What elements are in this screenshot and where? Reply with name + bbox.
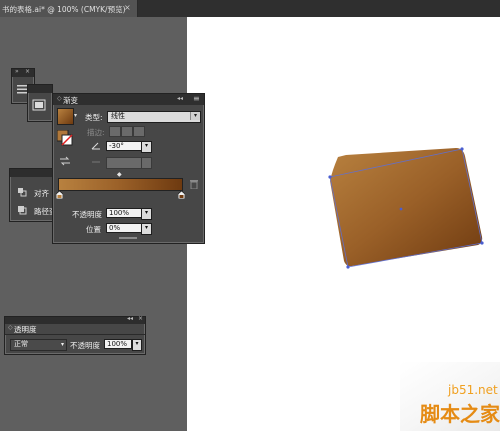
angle-field[interactable]: -30° xyxy=(106,141,142,151)
location-dropdown-icon[interactable]: ▾ xyxy=(141,223,152,235)
pathfinder-icon[interactable] xyxy=(17,205,27,217)
reverse-gradient-icon[interactable] xyxy=(59,156,71,168)
stroke-across-button[interactable] xyxy=(133,126,145,137)
opacity-field[interactable]: 100% xyxy=(106,208,142,218)
close-icon[interactable]: × xyxy=(124,3,131,12)
gradient-panel-header[interactable]: ◇ 渐变 ◂◂ ≡ xyxy=(53,94,204,105)
collapse-icon[interactable]: ◂◂ xyxy=(177,95,183,102)
panel-dock-header[interactable]: ◂◂ × xyxy=(5,315,145,324)
type-dropdown[interactable]: 线性 ▾ xyxy=(107,111,201,123)
aspect-ratio-icon xyxy=(91,158,101,168)
gradient-panel-title[interactable]: 渐变 xyxy=(63,95,78,106)
close-icon[interactable]: × xyxy=(25,68,30,75)
panel-grip-icon[interactable]: ◇ xyxy=(57,95,62,102)
watermark-site: jb51.net xyxy=(448,383,498,397)
document-tab[interactable]: 书的表格.ai* @ 100% (CMYK/预览) × xyxy=(0,0,138,17)
color-stop-left[interactable] xyxy=(55,190,64,201)
gradient-rectangle xyxy=(330,148,483,267)
blend-mode-dropdown[interactable]: 正常 ▾ xyxy=(10,339,67,351)
location-value: 0% xyxy=(109,224,121,232)
transparency-opacity-value: 100% xyxy=(107,340,128,348)
transparency-opacity-label: 不透明度 xyxy=(70,341,100,350)
gradient-panel: ◇ 渐变 ◂◂ ≡ ▾ 类型: 线性 ▾ 描边: -30° ▾ ◆ 不透明度 1… xyxy=(52,93,205,244)
blend-mode-value: 正常 xyxy=(14,340,28,348)
expand-icon[interactable]: » xyxy=(15,68,19,75)
tab-bar-empty-area xyxy=(137,0,500,17)
align-icon[interactable] xyxy=(17,187,27,199)
divider xyxy=(5,334,145,335)
aspect-ratio-field[interactable] xyxy=(106,157,144,169)
gradient-panel-dock xyxy=(27,84,53,122)
align-label[interactable]: 对齐 xyxy=(34,188,49,199)
dock-header[interactable]: » × xyxy=(12,68,34,77)
anchor-point xyxy=(480,241,484,245)
transparency-tab[interactable]: ◇ 透明度 xyxy=(5,324,45,334)
anchor-point xyxy=(460,147,464,151)
collapse-icon[interactable]: ◂◂ xyxy=(127,315,133,322)
angle-icon xyxy=(91,142,101,152)
midpoint-diamond-icon[interactable]: ◆ xyxy=(117,171,122,178)
angle-dropdown-icon[interactable]: ▾ xyxy=(141,141,152,153)
transparency-opacity-dropdown-icon[interactable]: ▾ xyxy=(132,339,142,351)
fill-stroke-icon[interactable] xyxy=(56,129,73,146)
document-tab-title: 书的表格.ai* @ 100% (CMYK/预览) xyxy=(2,5,126,14)
type-value: 线性 xyxy=(111,112,125,120)
gradient-panel-icon[interactable] xyxy=(32,99,46,111)
angle-value: -30° xyxy=(109,142,124,150)
dock-header[interactable] xyxy=(28,85,52,93)
chevron-down-icon[interactable]: ▾ xyxy=(61,340,64,349)
center-point xyxy=(399,207,403,211)
gradient-slider[interactable] xyxy=(58,178,183,191)
resize-grip[interactable] xyxy=(119,237,137,239)
delete-stop-icon[interactable] xyxy=(190,180,198,191)
opacity-value: 100% xyxy=(109,209,130,217)
chevron-down-icon[interactable]: ▾ xyxy=(190,112,200,120)
panel-grip-icon: ◇ xyxy=(8,324,13,331)
stroke-label: 描边: xyxy=(87,128,105,137)
transparency-opacity-field[interactable]: 100% xyxy=(104,339,132,349)
stroke-within-button[interactable] xyxy=(109,126,121,137)
gradient-swatch[interactable] xyxy=(57,108,74,125)
anchor-point xyxy=(346,265,350,269)
location-label: 位置 xyxy=(86,225,101,234)
stroke-along-button[interactable] xyxy=(121,126,133,137)
opacity-dropdown-icon[interactable]: ▾ xyxy=(141,208,152,220)
opacity-label: 不透明度 xyxy=(72,210,102,219)
transparency-panel: ◂◂ × ◇ 透明度 正常 ▾ 不透明度 100% ▾ xyxy=(4,315,146,355)
aspect-ratio-dropdown-icon[interactable] xyxy=(141,157,152,169)
gradient-rectangle-artwork[interactable] xyxy=(326,147,486,273)
location-field[interactable]: 0% xyxy=(106,223,142,233)
type-label: 类型: xyxy=(85,113,103,122)
align-pathfinder-panel: 对齐 路径查 xyxy=(9,168,57,222)
swatch-dropdown-icon[interactable]: ▾ xyxy=(74,112,77,119)
close-icon[interactable]: × xyxy=(138,315,143,322)
watermark-name: 脚本之家 xyxy=(420,402,500,426)
panel-menu-icon[interactable]: ≡ xyxy=(193,94,200,103)
panel-header[interactable] xyxy=(10,169,56,177)
color-stop-right[interactable] xyxy=(177,190,186,201)
anchor-point xyxy=(328,175,332,179)
